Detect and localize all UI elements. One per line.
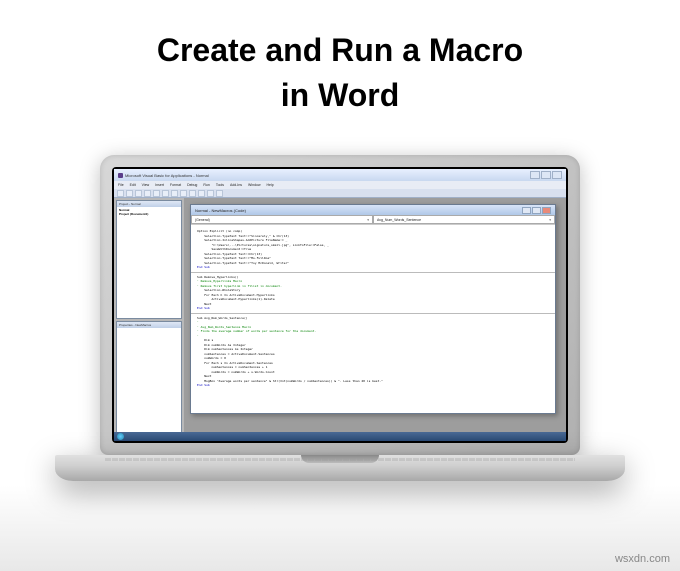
menu-debug[interactable]: Debug bbox=[187, 183, 197, 187]
window-controls bbox=[530, 171, 562, 179]
menu-edit[interactable]: Edit bbox=[130, 183, 136, 187]
sidebar: Project - Normal Normal Project (Documen… bbox=[114, 198, 184, 441]
page-heading: Create and Run a Macro in Word bbox=[0, 0, 680, 118]
maximize-button[interactable] bbox=[541, 171, 551, 179]
project-explorer-panel[interactable]: Project - Normal Normal Project (Documen… bbox=[116, 200, 182, 319]
menu-help[interactable]: Help bbox=[267, 183, 274, 187]
menu-tools[interactable]: Tools bbox=[216, 183, 224, 187]
ide-body: Project - Normal Normal Project (Documen… bbox=[114, 198, 566, 441]
laptop-illustration: Microsoft Visual Basic for Applications … bbox=[55, 155, 625, 545]
tree-document1[interactable]: Project (Document1) bbox=[119, 212, 179, 216]
laptop-base bbox=[55, 455, 625, 481]
object-dropdown-label: (General) bbox=[195, 218, 210, 222]
toolbar-paste-icon[interactable] bbox=[153, 190, 160, 197]
watermark-text: wsxdn.com bbox=[615, 553, 670, 565]
toolbar-break-icon[interactable] bbox=[198, 190, 205, 197]
code-line: End Sub bbox=[197, 306, 549, 311]
toolbar bbox=[114, 189, 566, 198]
procedure-dropdown-label: Avg_Num_Words_Sentence bbox=[377, 218, 421, 222]
menu-bar: File Edit View Insert Format Debug Run T… bbox=[114, 181, 566, 189]
menu-window[interactable]: Window bbox=[248, 183, 260, 187]
heading-line2: in Word bbox=[0, 73, 680, 118]
mdi-area: Normal - NewMacros (Code) (General) bbox=[184, 198, 566, 441]
laptop-keyboard-hint bbox=[105, 458, 575, 461]
code-editor[interactable]: Option Explicit (no comp) Selection.Type… bbox=[191, 225, 555, 413]
code-line: End Sub bbox=[197, 383, 549, 388]
toolbar-redo-icon[interactable] bbox=[180, 190, 187, 197]
properties-panel-header: Properties - NewMacros bbox=[117, 322, 181, 328]
code-window: Normal - NewMacros (Code) (General) bbox=[190, 204, 556, 414]
code-window-titlebar: Normal - NewMacros (Code) bbox=[191, 205, 555, 215]
toolbar-copy-icon[interactable] bbox=[144, 190, 151, 197]
menu-insert[interactable]: Insert bbox=[155, 183, 164, 187]
start-button-icon[interactable] bbox=[117, 433, 124, 440]
code-close-button[interactable] bbox=[542, 207, 551, 214]
menu-view[interactable]: View bbox=[142, 183, 150, 187]
code-minimize-button[interactable] bbox=[522, 207, 531, 214]
minimize-button[interactable] bbox=[530, 171, 540, 179]
properties-panel[interactable]: Properties - NewMacros bbox=[116, 321, 182, 440]
laptop-lid: Microsoft Visual Basic for Applications … bbox=[100, 155, 580, 455]
procedure-dropdown[interactable]: Avg_Num_Words_Sentence bbox=[373, 215, 555, 224]
code-line: End Sub bbox=[197, 265, 549, 270]
code-maximize-button[interactable] bbox=[532, 207, 541, 214]
vba-editor-window: Microsoft Visual Basic for Applications … bbox=[114, 169, 566, 441]
toolbar-view-icon[interactable] bbox=[117, 190, 124, 197]
project-panel-header: Project - Normal bbox=[117, 201, 181, 207]
menu-addins[interactable]: Add-Ins bbox=[230, 183, 242, 187]
code-window-title: Normal - NewMacros (Code) bbox=[195, 208, 246, 213]
toolbar-undo-icon[interactable] bbox=[171, 190, 178, 197]
code-window-controls bbox=[522, 207, 551, 214]
toolbar-cut-icon[interactable] bbox=[135, 190, 142, 197]
vba-app-icon bbox=[118, 173, 123, 178]
toolbar-save-icon[interactable] bbox=[126, 190, 133, 197]
code-dropdown-row: (General) Avg_Num_Words_Sentence bbox=[191, 215, 555, 225]
laptop-screen: Microsoft Visual Basic for Applications … bbox=[114, 169, 566, 441]
toolbar-design-icon[interactable] bbox=[216, 190, 223, 197]
toolbar-run-icon[interactable] bbox=[189, 190, 196, 197]
heading-line1: Create and Run a Macro bbox=[0, 28, 680, 73]
app-titlebar: Microsoft Visual Basic for Applications … bbox=[114, 169, 566, 181]
toolbar-find-icon[interactable] bbox=[162, 190, 169, 197]
app-title: Microsoft Visual Basic for Applications … bbox=[125, 173, 209, 178]
object-dropdown[interactable]: (General) bbox=[191, 215, 373, 224]
windows-taskbar bbox=[114, 432, 566, 441]
menu-run[interactable]: Run bbox=[203, 183, 209, 187]
menu-file[interactable]: File bbox=[118, 183, 124, 187]
laptop-bezel: Microsoft Visual Basic for Applications … bbox=[112, 167, 568, 443]
toolbar-reset-icon[interactable] bbox=[207, 190, 214, 197]
menu-format[interactable]: Format bbox=[170, 183, 181, 187]
close-button[interactable] bbox=[552, 171, 562, 179]
